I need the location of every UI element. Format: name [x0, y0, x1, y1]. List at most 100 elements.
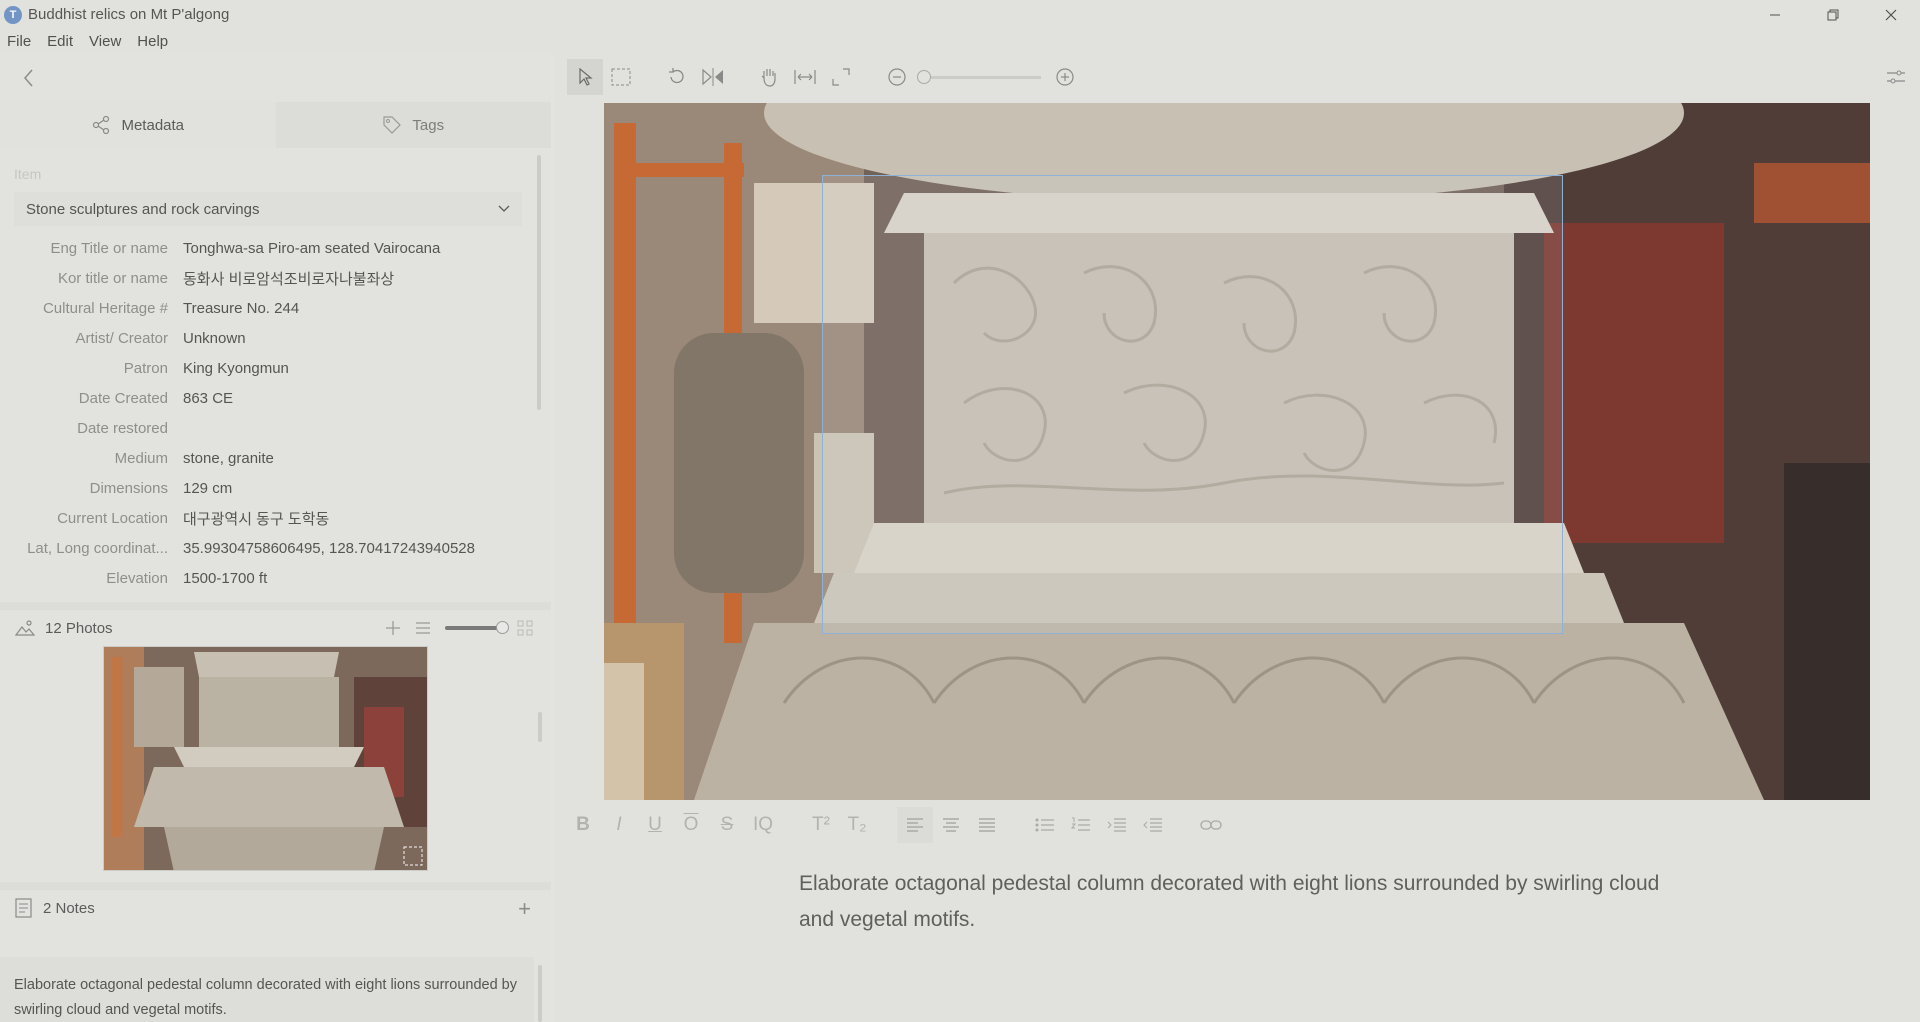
- field-row: Eng Title or name Tonghwa-sa Piro-am seat…: [0, 233, 551, 263]
- field-key: Current Location: [57, 509, 168, 527]
- quote-button[interactable]: IQ: [745, 807, 781, 843]
- annotation-selection[interactable]: [822, 175, 1563, 634]
- strikethrough-button[interactable]: S: [709, 807, 745, 843]
- menu-help[interactable]: Help: [129, 33, 176, 50]
- note-text: Elaborate octagonal pedestal column deco…: [14, 977, 517, 1018]
- zoom-out-button[interactable]: [879, 59, 915, 95]
- item-label: Item: [14, 166, 42, 182]
- field-value[interactable]: 863 CE: [183, 390, 233, 407]
- panel-divider: [0, 602, 551, 610]
- field-value[interactable]: Unknown: [183, 330, 246, 347]
- metadata-scrollbar[interactable]: [537, 155, 541, 410]
- close-button[interactable]: [1862, 0, 1920, 29]
- editor-text: Elaborate octagonal pedestal column deco…: [799, 872, 1660, 931]
- list-view-icon[interactable]: [415, 621, 431, 635]
- superscript-button[interactable]: T²: [803, 807, 839, 843]
- field-row: Elevation 1500-1700 ft: [0, 563, 551, 593]
- field-value[interactable]: King Kyongmun: [183, 360, 289, 377]
- field-row: Artist/ Creator Unknown: [0, 323, 551, 353]
- rotate-button[interactable]: [659, 59, 695, 95]
- field-value[interactable]: 대구광역시 동구 도학동: [183, 508, 329, 529]
- menu-edit[interactable]: Edit: [39, 33, 81, 50]
- align-center-icon: [943, 818, 959, 832]
- fullscreen-button[interactable]: [823, 59, 859, 95]
- photos-count-label: 12 Photos: [45, 619, 113, 637]
- main-photo: [604, 103, 1870, 800]
- indent-button[interactable]: [1099, 807, 1135, 843]
- restore-icon: [1827, 9, 1839, 20]
- subscript-label: T₂: [847, 814, 867, 835]
- tab-tags-label: Tags: [412, 116, 445, 134]
- photos-scrollbar[interactable]: [538, 712, 542, 742]
- field-value[interactable]: stone, granite: [183, 450, 274, 467]
- panel-divider: [0, 882, 551, 890]
- field-row: Date Created 863 CE: [0, 383, 551, 413]
- field-row: Lat, Long coordinat... 35.99304758606495,…: [0, 533, 551, 563]
- notes-header: 2 Notes +: [0, 892, 551, 924]
- note-editor[interactable]: Elaborate octagonal pedestal column deco…: [799, 866, 1699, 938]
- field-key: Eng Title or name: [50, 239, 168, 257]
- share-icon: [93, 115, 110, 135]
- image-canvas[interactable]: [553, 101, 1920, 801]
- add-photo-icon[interactable]: [385, 620, 401, 636]
- format-toolbar: B I U O S IQ T² T₂: [553, 801, 1920, 849]
- numbered-list-button[interactable]: [1063, 807, 1099, 843]
- field-key: Kor title or name: [57, 269, 168, 287]
- align-justify-button[interactable]: [969, 807, 1005, 843]
- photo-thumbnail[interactable]: [103, 646, 428, 871]
- menu-file[interactable]: File: [0, 33, 39, 50]
- overline-label: O: [683, 814, 699, 835]
- bullet-list-icon: [1035, 818, 1054, 832]
- field-value[interactable]: 129 cm: [183, 480, 232, 497]
- tab-metadata[interactable]: Metadata: [0, 102, 276, 148]
- select-tool-button[interactable]: [567, 59, 603, 95]
- underline-button[interactable]: U: [637, 807, 673, 843]
- flip-button[interactable]: [695, 59, 731, 95]
- rectangle-select-button[interactable]: [603, 59, 639, 95]
- tag-icon: [383, 116, 402, 134]
- zoom-knob[interactable]: [917, 69, 931, 84]
- bullet-list-button[interactable]: [1027, 807, 1063, 843]
- rotate-icon: [669, 68, 684, 84]
- note-card[interactable]: Elaborate octagonal pedestal column deco…: [0, 957, 534, 1022]
- back-arrow-icon[interactable]: [22, 68, 36, 88]
- align-left-button[interactable]: [897, 807, 933, 843]
- zoom-slider[interactable]: [917, 69, 1041, 84]
- tab-tags[interactable]: Tags: [275, 102, 551, 148]
- field-value[interactable]: Treasure No. 244: [183, 300, 299, 317]
- align-center-button[interactable]: [933, 807, 969, 843]
- field-value[interactable]: 동화사 비로암석조비로자나불좌상: [183, 268, 394, 289]
- viewer-settings-button[interactable]: [1878, 59, 1914, 95]
- outdent-icon: [1143, 818, 1162, 832]
- overline-button[interactable]: O: [673, 807, 709, 843]
- notes-scrollbar[interactable]: [538, 965, 542, 1022]
- viewer-panel: B I U O S IQ T² T₂ Elaborate octagonal p…: [553, 53, 1920, 1022]
- italic-button[interactable]: I: [601, 807, 637, 843]
- item-type-select[interactable]: Stone sculptures and rock carvings: [14, 192, 522, 226]
- restore-button[interactable]: [1804, 0, 1862, 29]
- left-panel: Metadata Tags Item Stone sculptures and …: [0, 53, 551, 1022]
- zoom-in-button[interactable]: [1047, 59, 1083, 95]
- menu-view[interactable]: View: [81, 33, 129, 50]
- field-value[interactable]: Tonghwa-sa Piro-am seated Vairocana: [183, 240, 440, 257]
- link-button[interactable]: [1193, 807, 1229, 843]
- bold-button[interactable]: B: [565, 807, 601, 843]
- numbered-list-icon: [1071, 817, 1090, 831]
- field-value[interactable]: 1500-1700 ft: [183, 570, 267, 587]
- minimize-icon: [1770, 14, 1780, 15]
- pan-button[interactable]: [751, 59, 787, 95]
- superscript-label: T²: [812, 814, 830, 835]
- grid-view-icon[interactable]: [517, 620, 533, 636]
- outdent-button[interactable]: [1135, 807, 1171, 843]
- minimize-button[interactable]: [1746, 0, 1804, 29]
- fit-width-button[interactable]: [787, 59, 823, 95]
- field-value[interactable]: 35.99304758606495, 128.70417243940528: [183, 540, 475, 557]
- zoom-in-icon: [1056, 68, 1074, 86]
- subscript-button[interactable]: T₂: [839, 807, 875, 843]
- slider-knob[interactable]: [496, 621, 509, 634]
- tab-metadata-label: Metadata: [121, 116, 185, 134]
- field-key: Cultural Heritage #: [42, 299, 168, 317]
- add-note-button[interactable]: +: [518, 896, 531, 922]
- thumbnail-size-slider[interactable]: [445, 621, 509, 634]
- field-row: Date restored: [0, 413, 551, 443]
